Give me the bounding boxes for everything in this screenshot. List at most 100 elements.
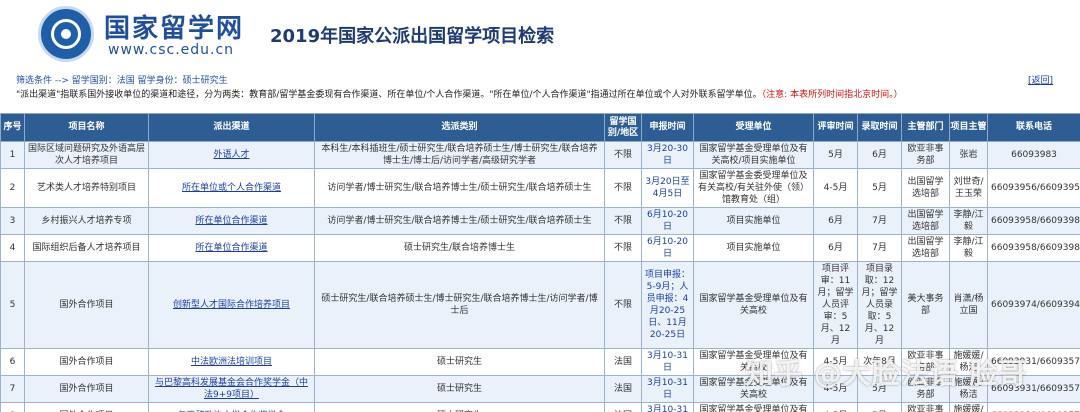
category-cell: 访问学者/博士研究生/联合培养博士生/硕士研究生/联合培养硕士生 [314,207,605,235]
category-cell: 硕士研究生/联合培养硕士生/博士研究生/联合培养博士生/访问学者/博士后 [314,261,605,349]
logo-text: 国家留学网 [104,14,245,44]
table-row: 2 艺术类人才培养特别项目 所在单位或个人合作渠道 访问学者/博士研究生/联合培养博士… [0,168,1080,208]
column-header: 联系电话 [987,113,1080,142]
column-header: 录取时间 [857,113,902,142]
table-row: 8国外合作项目与巴黎政治大学合作奖学金硕士研究生法国3月10-31日国家留学基金… [0,402,1080,412]
project-name: 国外合作项目 [24,375,149,403]
office-cell: 美大事务部 [901,261,950,349]
apply-time: 3月20日至4月5日 [641,168,694,208]
country-cell: 不限 [604,234,642,262]
accepting-unit: 项目实施单位 [693,234,814,262]
manager-cell: 刘世奇/王玉荣 [949,168,988,208]
country-cell: 法国 [604,402,642,412]
row-number: 2 [0,168,25,208]
review-time: 5月 [813,141,858,169]
phone-cell: 66093983 [987,141,1080,169]
office-cell: 出国留学选培部 [901,234,950,262]
admit-time: 5月 [857,168,902,208]
channel-link: 所在单位合作渠道 [148,234,315,262]
row-number: 8 [0,402,25,412]
category-cell: 硕士研究生 [314,348,605,376]
logo-url: www.csc.edu.cn [108,42,235,58]
column-header: 主管部门 [901,113,950,142]
channel-note: "派出渠道"指联系国外接收单位的渠道和途径，分为两类：教育部/留学基金委现有合作… [16,87,903,100]
channel-link[interactable]: 中法欧洲法培训项目 [191,357,272,367]
review-time: 4-5月 [813,168,858,208]
country-cell: 不限 [604,141,642,169]
apply-time: 3月10-31日 [641,348,694,376]
csc-logo-icon [38,6,94,62]
site-header: 国家留学网 www.csc.edu.cn 2019年国家公派出国留学项目检索 [0,0,1080,68]
review-time: 4-5月 [813,402,858,412]
accepting-unit: 国家留学基金受理单位及有关高校 [693,402,814,412]
project-name: 乡村振兴人才培养专项 [24,207,149,235]
review-time: 6月 [813,234,858,262]
column-header: 评审时间 [813,113,858,142]
project-name: 国际区域问题研究及外语高层次人才培养项目 [24,141,149,169]
back-link[interactable]: [返回] [1028,73,1053,86]
accepting-unit: 国家留学基金委受理单位及有关高校/有关驻外使（领）馆教育处（组） [693,168,814,208]
review-time: 项目评审：11月；留学人员评审：5月、12月 [813,261,858,349]
channel-link[interactable]: 所在单位或个人合作渠道 [182,183,281,193]
table-row: 5 国外合作项目 创新型人才国际合作培养项目 硕士研究生/联合培养硕士生/博士研究生/… [0,261,1080,349]
row-number: 5 [0,261,25,349]
watermark: 知乎 @大脸法语 脸哥 [745,357,1028,390]
phone-cell: 66093956/66093959 [987,168,1080,208]
admit-time: 7月 [857,207,902,235]
apply-time: 3月10-31日 [641,402,694,412]
channel-link[interactable]: 外语人才 [213,150,249,160]
channel-link: 创新型人才国际合作培养项目 [148,261,315,349]
accepting-unit: 国家留学基金受理单位及有关高校 [693,261,814,349]
country-cell: 不限 [604,207,642,235]
category-cell: 硕士研究生/联合培养博士生 [314,234,605,262]
channel-link[interactable]: 所在单位合作渠道 [195,216,267,226]
apply-time: 3月10-31日 [641,375,694,403]
apply-time: 6月10-20日 [641,207,694,235]
project-name: 国外合作项目 [24,261,149,349]
accepting-unit: 国家留学基金受理单位及有关高校/项目实施单位 [693,141,814,169]
channel-link: 所在单位或个人合作渠道 [148,168,315,208]
note-warning: （注意: 本表所列时间指北京时间。） [761,90,903,100]
column-header: 申报时间 [641,113,694,142]
page-title: 2019年国家公派出国留学项目检索 [270,26,555,47]
table-header-row: 序号 项目名称 派出渠道 选派类别 留学国别/地区 申报时间 受理单位 评审时间 录取时间 主管部… [0,113,1080,142]
table-row: 1 国际区域问题研究及外语高层次人才培养项目 外语人才 本科生/本科插班生/硕士研究生… [0,141,1080,169]
phone-cell: 66093931/66093571 [987,402,1080,412]
row-number: 4 [0,234,25,262]
channel-link[interactable]: 创新型人才国际合作培养项目 [173,300,290,310]
channel-link: 外语人才 [148,141,315,169]
column-header: 项目主管 [949,113,988,142]
apply-time: 6月10-20日 [641,234,694,262]
channel-link[interactable]: 所在单位合作渠道 [195,243,267,253]
channel-link: 所在单位合作渠道 [148,207,315,235]
channel-link: 与巴黎政治大学合作奖学金 [148,402,315,412]
channel-link[interactable]: 与巴黎高科发展基金会合作奖学金（中法9+9项目） [155,378,308,400]
category-cell: 硕士研究生 [314,402,605,412]
project-name: 艺术类人才培养特别项目 [24,168,149,208]
column-header: 项目名称 [24,113,149,142]
row-number: 3 [0,207,25,235]
manager-cell: 李静/江毅 [949,207,988,235]
manager-cell: 张岩 [949,141,988,169]
row-number: 6 [0,348,25,376]
admit-time: 7月 [857,234,902,262]
column-header: 选派类别 [314,113,605,142]
project-name: 国外合作项目 [24,402,149,412]
category-cell: 硕士研究生 [314,375,605,403]
table-row: 4 国际组织后备人才培养项目 所在单位合作渠道 硕士研究生/联合培养博士生 不限 6月10… [0,234,1080,262]
column-header: 派出渠道 [148,113,315,142]
admit-time: 6月 [857,141,902,169]
country-cell: 不限 [604,168,642,208]
country-cell: 不限 [604,261,642,349]
project-name: 国外合作项目 [24,348,149,376]
manager-cell: 肖潇/杨立国 [949,261,988,349]
category-cell: 本科生/本科插班生/硕士研究生/联合培养硕士生/博士研究生/联合培养博士生/博士… [314,141,605,169]
phone-cell: 66093974/66093947 [987,261,1080,349]
office-cell: 出国留学选培部 [901,207,950,235]
column-header: 序号 [0,113,25,142]
office-cell: 欧亚非事务部 [901,402,950,412]
project-name: 国际组织后备人才培养项目 [24,234,149,262]
table-row: 3 乡村振兴人才培养专项 所在单位合作渠道 访问学者/博士研究生/联合培养博士生/硕士… [0,207,1080,235]
column-header: 受理单位 [693,113,814,142]
row-number: 7 [0,375,25,403]
